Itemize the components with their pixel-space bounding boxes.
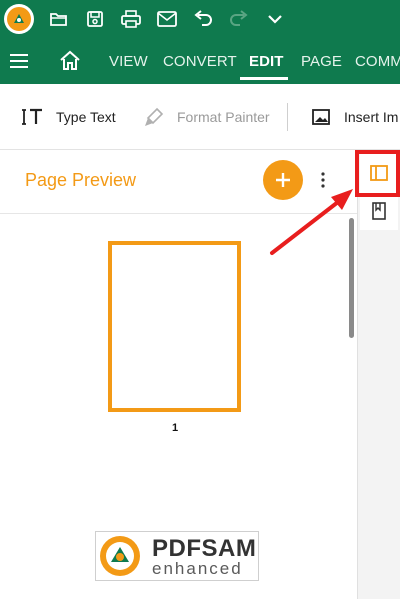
insert-image-label: Insert Im xyxy=(344,109,399,125)
type-text-button[interactable]: Type Text xyxy=(22,104,116,130)
print-icon[interactable] xyxy=(119,7,143,31)
tab-comment[interactable]: COMM xyxy=(355,38,400,84)
plus-icon xyxy=(276,173,290,187)
page-thumbnail[interactable] xyxy=(108,241,241,412)
redo-icon[interactable] xyxy=(227,7,251,31)
pdfsam-logo: PDFSAM enhanced xyxy=(95,531,259,581)
edit-toolbar: Type Text Format Painter Insert Im xyxy=(0,84,400,150)
brush-icon xyxy=(143,106,165,128)
active-tab-indicator xyxy=(240,77,288,80)
toolbar-divider xyxy=(287,103,288,131)
open-folder-icon[interactable] xyxy=(47,7,71,31)
right-side-rail xyxy=(357,150,400,599)
type-text-icon xyxy=(22,106,44,128)
scrollbar[interactable] xyxy=(347,214,357,599)
image-icon xyxy=(310,106,332,128)
tab-page[interactable]: PAGE xyxy=(301,38,342,84)
type-text-label: Type Text xyxy=(56,109,116,125)
scrollbar-thumb[interactable] xyxy=(349,218,354,338)
bookmark-panel-button[interactable] xyxy=(360,192,398,230)
logo-text-bottom: enhanced xyxy=(152,559,243,578)
save-icon[interactable] xyxy=(83,7,107,31)
menu-bar: VIEW CONVERT EDIT PAGE COMM xyxy=(0,38,400,84)
bookmark-icon xyxy=(372,202,386,220)
pdfsam-logo-mark-icon xyxy=(100,536,140,576)
undo-icon[interactable] xyxy=(191,7,215,31)
home-icon[interactable] xyxy=(58,49,82,73)
title-bar xyxy=(0,0,400,38)
app-logo-icon[interactable] xyxy=(4,4,34,34)
panel-title: Page Preview xyxy=(25,170,137,190)
more-vertical-icon[interactable] xyxy=(314,168,332,192)
format-painter-label: Format Painter xyxy=(177,109,270,125)
annotation-highlight-box xyxy=(355,150,400,197)
hamburger-icon[interactable] xyxy=(8,50,30,72)
insert-image-button[interactable]: Insert Im xyxy=(310,104,398,130)
page-number: 1 xyxy=(171,422,179,434)
page-preview-panel: Page Preview 1 PDFSAM enhanced xyxy=(0,150,357,599)
chevron-down-icon[interactable] xyxy=(263,7,287,31)
add-page-button[interactable] xyxy=(263,160,303,200)
format-painter-button[interactable]: Format Painter xyxy=(143,104,270,130)
tab-view[interactable]: VIEW xyxy=(109,38,148,84)
panel-header: Page Preview xyxy=(0,150,357,214)
mail-icon[interactable] xyxy=(155,7,179,31)
tab-convert[interactable]: CONVERT xyxy=(163,38,237,84)
